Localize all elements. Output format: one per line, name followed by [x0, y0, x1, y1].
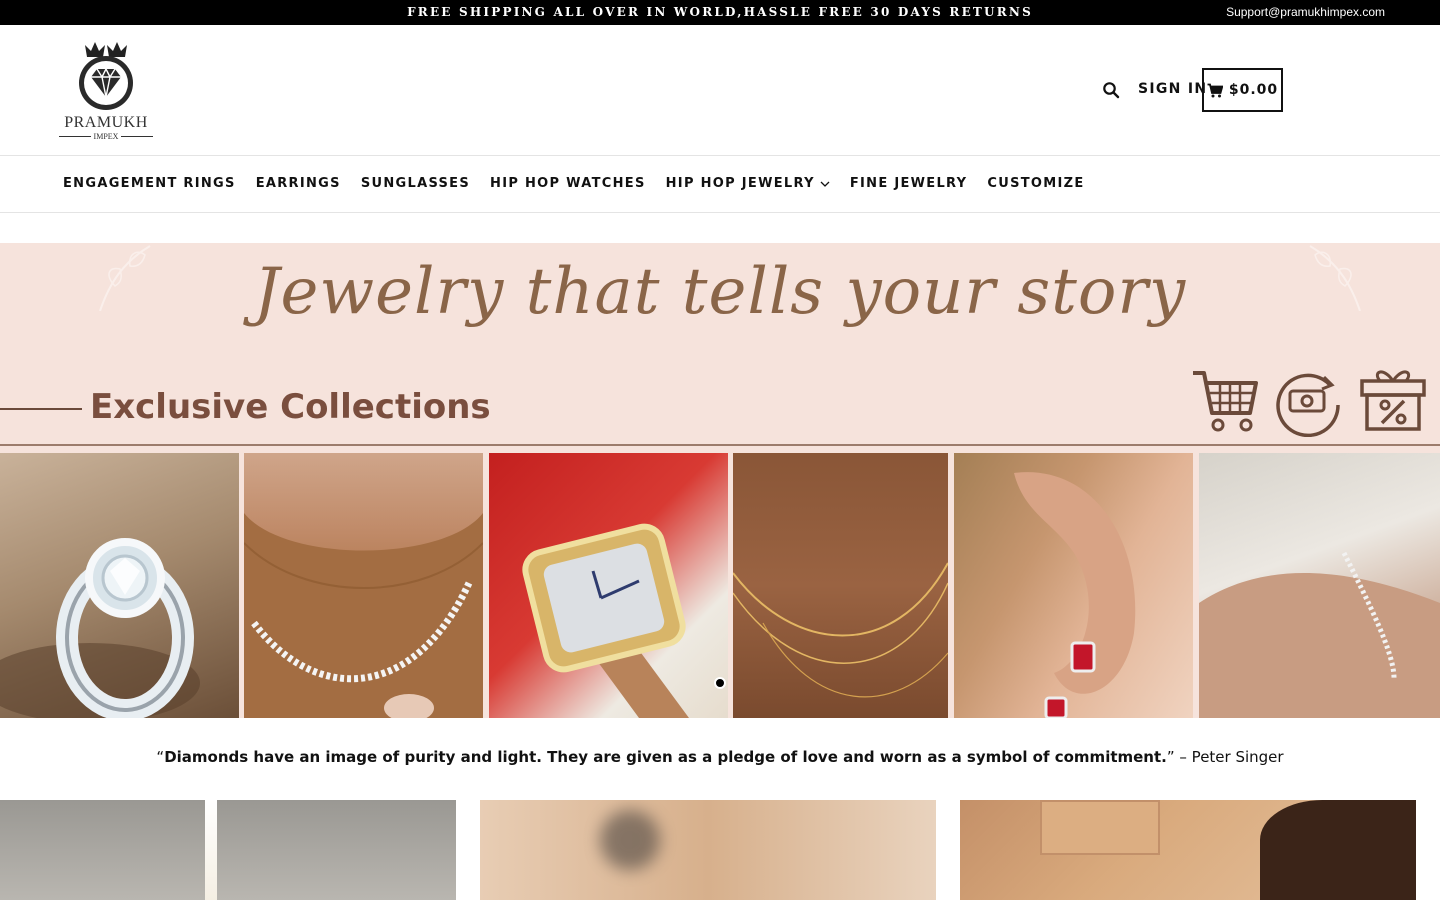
money-refresh-icon [1276, 373, 1340, 437]
bracelet-photo [1199, 453, 1440, 718]
search-icon [1103, 82, 1120, 99]
card-image-candle [205, 800, 217, 900]
card-image-drawer [1040, 800, 1160, 855]
hero-title: Jewelry that tells your story [253, 255, 1187, 329]
bracelet-image [1199, 551, 1440, 718]
hero-subtitle-rule [0, 408, 82, 410]
category-card-2[interactable] [480, 800, 936, 900]
card-image-blur [600, 810, 660, 870]
site-header: PRAMUKH IMPEX SIGN IN $0.00 [0, 25, 1440, 156]
diamond-crown-logo-icon [79, 42, 133, 110]
announcement-bar: FREE SHIPPING ALL OVER IN WORLD,HASSLE F… [0, 0, 1440, 25]
support-email-link[interactable]: Support@pramukhimpex.com [1226, 5, 1385, 19]
quote-close-mark: ” [1166, 748, 1175, 766]
logo-name: PRAMUKH [64, 114, 148, 131]
nav-engagement-rings[interactable]: ENGAGEMENT RINGS [63, 176, 236, 191]
quote: “Diamonds have an image of purity and li… [0, 748, 1440, 766]
nav-customize[interactable]: CUSTOMIZE [987, 176, 1084, 191]
card-image-hair [1260, 800, 1416, 900]
cart-icon [1207, 83, 1223, 97]
category-card-3[interactable] [960, 800, 1416, 900]
carousel-dot[interactable] [714, 677, 726, 689]
gift-discount-icon [1360, 370, 1426, 431]
shopping-cart-icon [1193, 371, 1258, 432]
logo-divider [121, 136, 153, 137]
watch-image [522, 523, 689, 718]
nav-fine-jewelry[interactable]: FINE JEWELRY [850, 176, 968, 191]
logo[interactable]: PRAMUKH IMPEX [57, 39, 155, 141]
nav-hip-hop-jewelry[interactable]: HIP HOP JEWELRY [666, 176, 830, 191]
nav-hip-hop-watches[interactable]: HIP HOP WATCHES [490, 176, 646, 191]
cart-total: $0.00 [1228, 82, 1279, 98]
category-card-1[interactable] [0, 800, 456, 900]
ring-image [0, 538, 200, 718]
nav-sunglasses[interactable]: SUNGLASSES [361, 176, 470, 191]
earring-photo [954, 453, 1193, 718]
chevron-down-icon [820, 181, 830, 187]
chain-image [733, 562, 948, 698]
necklace-image [244, 513, 483, 718]
search-button[interactable] [1102, 81, 1120, 99]
chain-photo [733, 453, 948, 718]
sign-in-link[interactable]: SIGN IN [1138, 81, 1207, 97]
hero-subtitle: Exclusive Collections [90, 387, 491, 427]
main-navigation: ENGAGEMENT RINGS EARRINGS SUNGLASSES HIP… [0, 156, 1440, 213]
earring-image [1014, 472, 1136, 718]
hero-feature-icons [1190, 365, 1430, 437]
necklace-photo [244, 453, 483, 718]
cart-button[interactable]: $0.00 [1202, 68, 1283, 112]
nav-hip-hop-jewelry-label: HIP HOP JEWELRY [665, 176, 815, 191]
announcement-text: FREE SHIPPING ALL OVER IN WORLD,HASSLE F… [407, 5, 1033, 19]
watch-photo [489, 453, 728, 718]
ring-photo [0, 453, 239, 718]
quote-author: – Peter Singer [1174, 748, 1284, 766]
hero-banner[interactable]: Jewelry that tells your story Exclusive … [0, 243, 1440, 718]
hero-baseline [0, 444, 1440, 446]
nav-earrings[interactable]: EARRINGS [256, 176, 341, 191]
quote-text: Diamonds have an image of purity and lig… [164, 748, 1167, 766]
